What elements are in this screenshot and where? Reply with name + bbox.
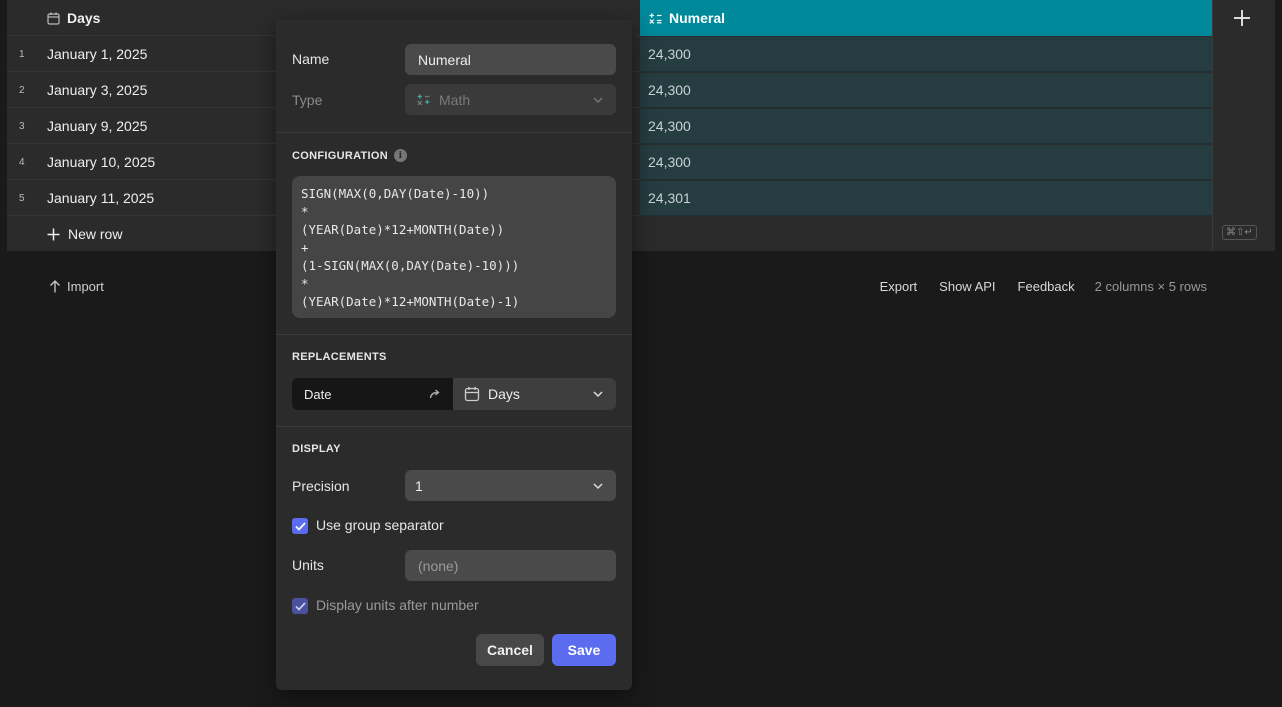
units-label: Units <box>292 557 324 573</box>
arrow-up-icon <box>50 280 60 293</box>
numeral-cell[interactable]: 24,301 <box>640 181 1212 216</box>
replacements-title: REPLACEMENTS <box>292 351 387 363</box>
type-value: Math <box>439 91 471 108</box>
precision-select[interactable]: 1 <box>405 470 616 501</box>
column-header-days[interactable]: Days <box>47 0 100 36</box>
feedback-button[interactable]: Feedback <box>1018 279 1075 294</box>
numeral-column: Numeral 24,300 24,300 24,300 24,300 24,3… <box>640 0 1212 251</box>
column-header-label: Days <box>67 10 101 26</box>
precision-label: Precision <box>292 478 350 494</box>
date-cell[interactable]: January 3, 2025 <box>47 72 147 108</box>
formula-editor[interactable]: SIGN(MAX(0,DAY(Date)-10)) * (YEAR(Date)*… <box>292 176 616 318</box>
math-icon <box>649 12 662 24</box>
keyboard-shortcut-hint: ⌘⇧↵ <box>1222 225 1257 240</box>
type-select: Math <box>405 84 616 115</box>
row-number: 2 <box>19 84 25 96</box>
numeral-cell[interactable]: 24,300 <box>640 73 1212 108</box>
save-button[interactable]: Save <box>552 634 616 666</box>
units-after-checkbox[interactable] <box>292 598 308 614</box>
data-table: Days 1 January 1, 2025 2 January 3, 2025… <box>7 0 1275 251</box>
row-number: 1 <box>19 48 25 60</box>
left-edge <box>0 0 7 707</box>
replacement-key: Date <box>292 378 453 410</box>
group-separator-checkbox[interactable] <box>292 518 308 534</box>
units-input[interactable]: (none) <box>405 550 616 581</box>
export-button[interactable]: Export <box>880 279 918 294</box>
import-label: Import <box>67 279 104 294</box>
divider <box>276 132 632 133</box>
row-number: 4 <box>19 156 25 168</box>
checkmark-icon <box>294 521 306 531</box>
type-label: Type <box>292 92 323 108</box>
footer-actions: Export Show API Feedback 2 columns × 5 r… <box>880 279 1207 294</box>
name-label: Name <box>292 51 330 67</box>
replacement-key-label: Date <box>304 386 332 402</box>
date-cell[interactable]: January 1, 2025 <box>47 36 147 72</box>
cancel-button[interactable]: Cancel <box>476 634 544 666</box>
row-number: 3 <box>19 120 25 132</box>
display-title: DISPLAY <box>292 443 341 455</box>
date-cell[interactable]: January 9, 2025 <box>47 108 147 144</box>
date-cell[interactable]: January 11, 2025 <box>47 180 154 216</box>
precision-value: 1 <box>415 477 423 494</box>
info-icon[interactable]: i <box>393 149 407 162</box>
forward-arrow-icon <box>429 389 440 399</box>
numeral-cell[interactable]: 24,300 <box>640 109 1212 144</box>
chevron-down-icon <box>593 97 603 103</box>
show-api-button[interactable]: Show API <box>939 279 995 294</box>
plus-icon <box>47 228 60 240</box>
calendar-icon <box>464 386 480 402</box>
table-stats: 2 columns × 5 rows <box>1094 279 1207 294</box>
calendar-icon <box>47 12 60 25</box>
row-number: 5 <box>19 192 25 204</box>
new-row-label: New row <box>68 226 123 242</box>
column-header-numeral[interactable]: Numeral <box>640 0 1212 36</box>
math-icon <box>417 93 430 105</box>
divider <box>276 426 632 427</box>
units-after-label: Display units after number <box>316 597 479 613</box>
divider <box>276 334 632 335</box>
configuration-title-text: CONFIGURATION <box>292 149 388 162</box>
date-cell[interactable]: January 10, 2025 <box>47 144 155 180</box>
checkmark-icon <box>294 601 306 611</box>
name-input[interactable]: Numeral <box>405 44 616 75</box>
import-button[interactable]: Import <box>49 279 104 294</box>
configuration-title: CONFIGURATION i <box>292 149 407 162</box>
footer-bar: Import Export Show API Feedback 2 column… <box>7 251 1275 707</box>
numeral-cell[interactable]: 24,300 <box>640 145 1212 180</box>
add-column-area: ⌘⇧↵ <box>1212 0 1275 251</box>
chevron-down-icon <box>593 483 603 490</box>
chevron-down-icon <box>593 391 603 398</box>
add-column-button[interactable] <box>1231 7 1253 29</box>
new-row-button[interactable]: New row <box>47 216 122 252</box>
column-header-label: Numeral <box>669 10 726 26</box>
replacement-value: Days <box>488 386 520 402</box>
numeral-cell[interactable]: 24,300 <box>640 37 1212 72</box>
column-editor-popup: Name Numeral Type Math CONFIGURATION i S… <box>276 20 632 690</box>
replacement-column-select[interactable]: Days <box>453 378 616 410</box>
group-separator-label: Use group separator <box>316 517 444 533</box>
